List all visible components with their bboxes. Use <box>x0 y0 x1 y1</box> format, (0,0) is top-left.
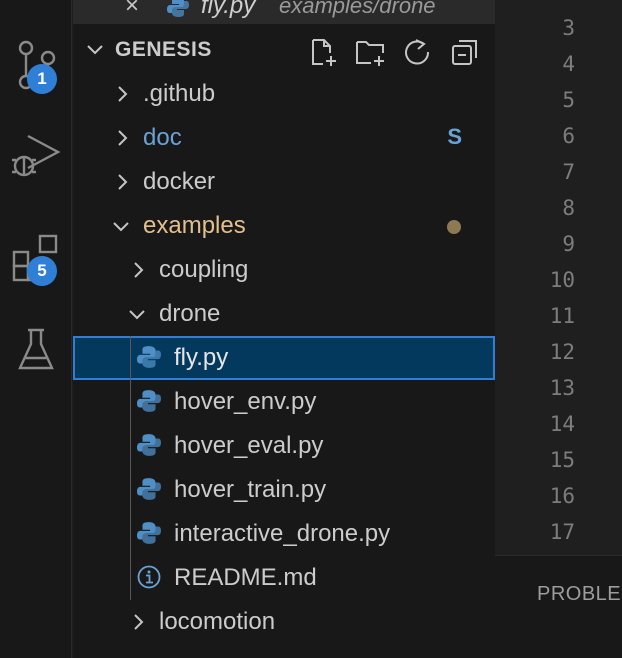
explorer-sidebar: × fly.py examples/drone GENESIS .github … <box>73 0 495 658</box>
tree-item-label: examples <box>143 212 246 239</box>
tree-folder-docker[interactable]: docker <box>73 160 495 204</box>
tab-problems[interactable]: PROBLEMS <box>537 583 622 606</box>
line-number: 3 <box>562 16 575 40</box>
tree-file-readme-md[interactable]: README.md <box>73 556 495 600</box>
new-file-button[interactable] <box>305 34 341 70</box>
chevron-right-icon <box>118 174 128 190</box>
line-number: 6 <box>562 124 575 148</box>
python-file-icon <box>137 390 161 412</box>
tree-folder-coupling[interactable]: coupling <box>73 248 495 292</box>
chevron-down-icon <box>129 310 145 320</box>
tree-folder-github[interactable]: .github <box>73 72 495 116</box>
line-number: 5 <box>562 88 575 112</box>
tree-folder-drone[interactable]: drone <box>73 292 495 336</box>
tree-item-label: .github <box>143 80 216 107</box>
tree-item-label: locomotion <box>159 608 276 635</box>
explorer-section-title: GENESIS <box>115 38 212 61</box>
line-number: 17 <box>549 520 575 544</box>
tree-file-hover-eval-py[interactable]: hover_eval.py <box>73 424 495 468</box>
open-editor-file-path: examples/drone <box>279 0 436 18</box>
source-control-button[interactable]: 1 <box>0 28 72 100</box>
python-file-icon <box>137 346 161 368</box>
line-number: 12 <box>549 340 575 364</box>
open-editor-file-name: fly.py <box>201 0 256 19</box>
tree-row-partial <box>73 644 495 658</box>
python-file-icon <box>137 434 161 456</box>
chevron-right-icon <box>118 86 128 102</box>
line-number: 14 <box>549 412 575 436</box>
new-file-icon <box>312 39 336 66</box>
line-number: 10 <box>549 268 575 292</box>
refresh-explorer-button[interactable] <box>399 34 435 70</box>
modified-dot-badge <box>447 220 461 234</box>
python-file-icon <box>137 478 161 500</box>
tree-item-label: README.md <box>174 564 317 591</box>
open-editor-item[interactable]: × fly.py examples/drone <box>73 0 495 24</box>
tree-file-fly-py[interactable]: fly.py <box>73 336 495 380</box>
tree-item-label: fly.py <box>174 344 229 371</box>
tree-item-label: interactive_drone.py <box>174 520 391 547</box>
collapse-all-icon <box>452 40 477 65</box>
line-number: 7 <box>562 160 575 184</box>
editor-area[interactable]: 3 4 5 6 7 8 9 10 11 12 13 14 15 16 17 <box>495 0 622 555</box>
line-number: 16 <box>549 484 575 508</box>
python-file-icon <box>167 0 189 17</box>
new-folder-button[interactable] <box>353 34 389 70</box>
close-icon[interactable]: × <box>125 0 139 20</box>
refresh-icon <box>405 39 430 65</box>
tree-item-label: coupling <box>159 256 249 283</box>
tree-file-hover-train-py[interactable]: hover_train.py <box>73 468 495 512</box>
run-and-debug-button[interactable] <box>0 120 72 192</box>
tree-folder-locomotion[interactable]: locomotion <box>73 600 495 644</box>
tree-file-hover-env-py[interactable]: hover_env.py <box>73 380 495 424</box>
tree-item-label: drone <box>159 300 221 327</box>
extensions-button[interactable]: 5 <box>0 220 72 292</box>
tree-item-label: hover_env.py <box>174 388 317 415</box>
new-folder-icon <box>356 41 384 66</box>
extensions-badge: 5 <box>27 256 57 286</box>
tree-folder-examples[interactable]: examples <box>73 204 495 248</box>
tree-item-label: hover_train.py <box>174 476 327 503</box>
collapse-all-button[interactable] <box>447 34 483 70</box>
line-number: 15 <box>549 448 575 472</box>
testing-flask-icon <box>18 328 54 370</box>
git-submodule-badge: S <box>447 124 462 149</box>
run-and-debug-icon <box>12 134 61 177</box>
activity-bar: 1 5 <box>0 0 72 658</box>
line-number: 13 <box>549 376 575 400</box>
line-number: 9 <box>562 232 575 256</box>
python-file-icon <box>137 522 161 544</box>
chevron-down-icon <box>87 45 103 55</box>
chevron-right-icon <box>118 130 128 146</box>
info-icon <box>137 565 161 589</box>
chevron-right-icon <box>134 614 144 630</box>
tree-item-label: hover_eval.py <box>174 432 324 459</box>
line-number: 4 <box>562 52 575 76</box>
chevron-right-icon <box>134 262 144 278</box>
line-number: 11 <box>549 304 575 328</box>
indent-guide <box>130 336 131 600</box>
tree-file-interactive-drone-py[interactable]: interactive_drone.py <box>73 512 495 556</box>
explorer-section-header[interactable]: GENESIS <box>73 28 495 72</box>
tree-folder-doc[interactable]: doc S <box>73 116 495 160</box>
source-control-badge: 1 <box>27 64 57 94</box>
line-number: 8 <box>562 196 575 220</box>
chevron-down-icon <box>113 222 129 232</box>
testing-button[interactable] <box>0 314 72 386</box>
bottom-panel: PROBLEMS <box>495 555 622 658</box>
tree-item-label: doc <box>143 124 182 151</box>
tree-item-label: docker <box>143 168 216 195</box>
